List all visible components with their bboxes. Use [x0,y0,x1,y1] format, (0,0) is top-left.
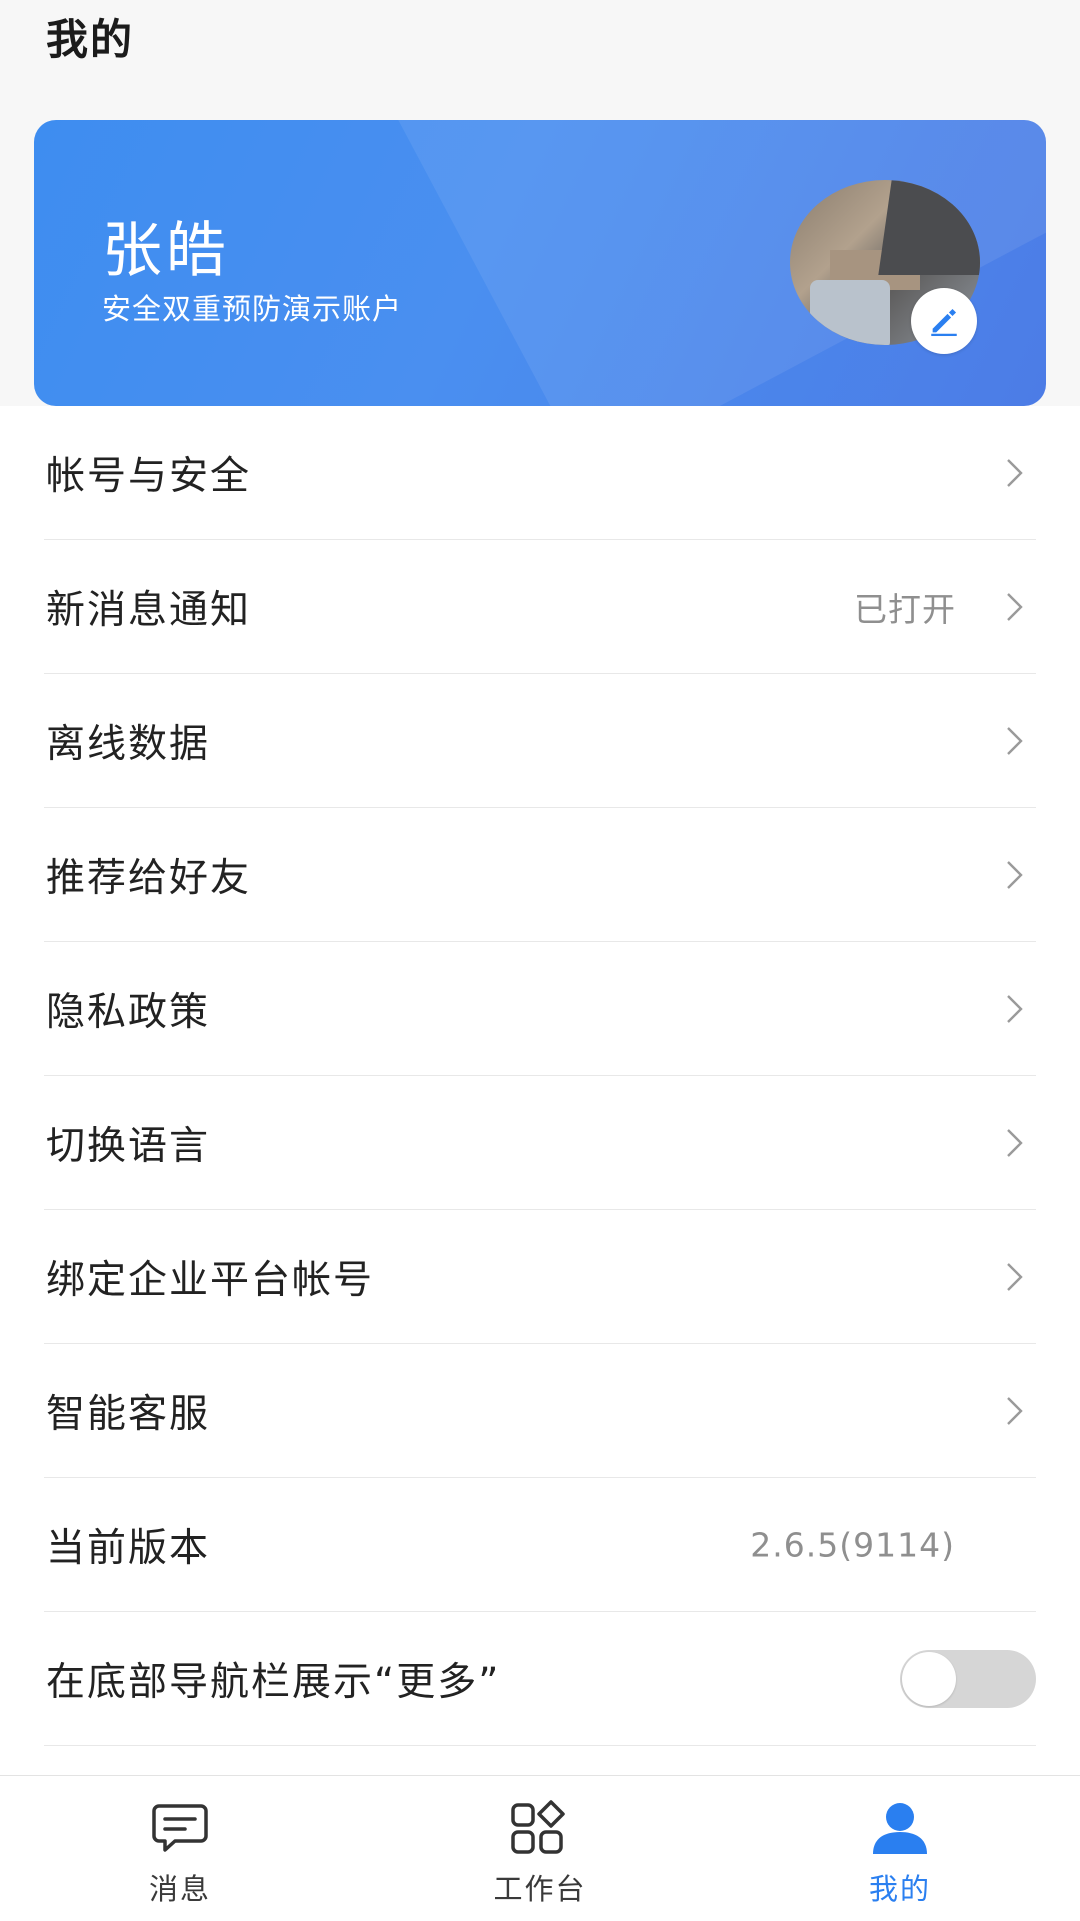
menu-item-version: 当前版本 2.6.5(9114) [0,1478,1080,1612]
toggle-knob [902,1652,956,1706]
tab-mine[interactable]: 我的 [800,1776,1000,1921]
chevron-right-icon [1007,1129,1023,1157]
tab-workbench[interactable]: 工作台 [440,1776,640,1921]
menu-item-label: 帐号与安全 [46,454,252,499]
menu-item-label: 新消息通知 [46,588,252,633]
chevron-right-icon [1007,459,1023,487]
chevron-right-icon [1007,995,1023,1023]
chevron-right-icon [1007,861,1023,889]
user-account-subtitle: 安全双重预防演示账户 [102,292,403,326]
menu-item-label: 离线数据 [46,722,211,767]
chevron-right-icon [1007,1397,1023,1425]
menu-item-notifications[interactable]: 新消息通知 已打开 [0,540,1080,674]
menu-item-customer-service[interactable]: 智能客服 [0,1344,1080,1478]
profile-card[interactable]: 张皓 安全双重预防演示账户 [34,120,1046,406]
version-number: 2.6.5(9114) [750,1525,955,1565]
menu-item-recommend[interactable]: 推荐给好友 [0,808,1080,942]
user-name: 张皓 [102,216,230,286]
menu-item-label: 在底部导航栏展示“更多” [46,1660,501,1705]
menu-item-label: 绑定企业平台帐号 [46,1258,375,1303]
chevron-right-icon [1007,1263,1023,1291]
chevron-right-icon [1007,727,1023,755]
menu-item-show-more: 在底部导航栏展示“更多” [0,1612,1080,1746]
workbench-icon [511,1800,565,1854]
menu-item-language[interactable]: 切换语言 [0,1076,1080,1210]
bottom-tab-bar: 消息 工作台 我的 [0,1775,1080,1921]
notification-status: 已打开 [854,590,956,629]
show-more-toggle[interactable] [900,1650,1036,1708]
menu-item-bind-enterprise[interactable]: 绑定企业平台帐号 [0,1210,1080,1344]
tab-label: 工作台 [493,1872,587,1906]
menu-item-label: 当前版本 [46,1526,211,1571]
menu-item-label: 智能客服 [46,1392,211,1437]
tab-messages[interactable]: 消息 [80,1776,280,1921]
tab-label: 消息 [148,1872,211,1906]
menu-item-label: 隐私政策 [46,990,211,1035]
chevron-right-icon [1007,593,1023,621]
menu-item-label: 推荐给好友 [46,856,252,901]
menu-item-label: 切换语言 [46,1124,211,1169]
tab-label: 我的 [868,1872,931,1906]
edit-avatar-button[interactable] [911,288,977,354]
message-icon [152,1804,208,1852]
menu-item-offline-data[interactable]: 离线数据 [0,674,1080,808]
menu-item-account-security[interactable]: 帐号与安全 [0,406,1080,540]
page-title: 我的 [46,15,135,64]
user-icon [873,1803,927,1854]
menu-item-privacy-policy[interactable]: 隐私政策 [0,942,1080,1076]
settings-menu: 帐号与安全 新消息通知 已打开 离线数据 推荐给好友 隐私政策 切换语言 绑定企… [0,406,1080,1775]
pencil-icon [931,308,957,337]
